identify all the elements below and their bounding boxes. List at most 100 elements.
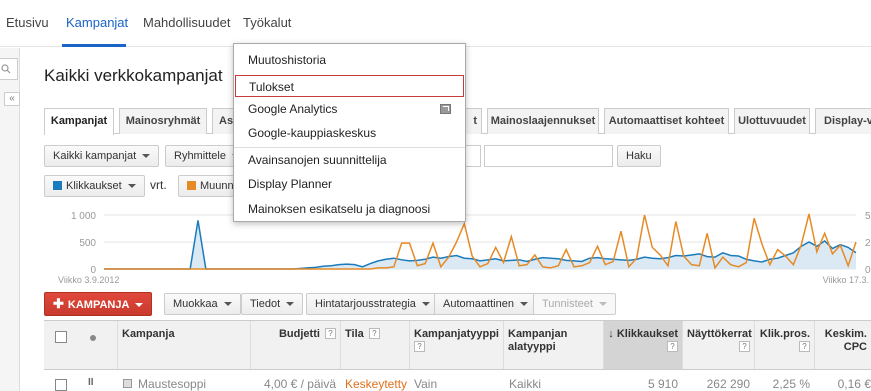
header-type[interactable]: Kampanjatyyppi? [409,321,503,369]
all-campaigns-dropdown[interactable]: Kaikki kampanjat [44,145,160,167]
bid-strategy-dropdown[interactable]: Hintatarjousstrategia [306,293,439,315]
help-icon[interactable]: ? [325,328,336,339]
menu-item-merchant-center[interactable]: Google-kauppiaskeskus [234,122,465,144]
header-campaign[interactable]: Kampanja [117,321,250,369]
help-icon[interactable]: ? [368,328,380,339]
labels-label: Tunnisteet [542,298,593,310]
metric1-swatch [53,181,62,190]
labels-dropdown[interactable]: Tunnisteet [533,293,616,315]
chevron-down-icon [223,302,232,307]
details-label: Tiedot [250,298,281,310]
external-link-icon [440,104,451,114]
table-header: Kampanja Budjetti ? Tila ? Kampanjatyypp… [44,320,871,370]
tab-automaattiset-kohteet[interactable]: Automaattiset kohteet [604,108,729,134]
edit-label: Muokkaa [173,298,218,310]
chevron-down-icon [286,302,295,307]
automate-dropdown[interactable]: Automaattinen [434,293,537,315]
versus-label: vrt. [150,178,167,192]
metric2-dropdown[interactable]: Muunn [178,175,238,197]
add-campaign-label: KAMPANJA [67,299,130,311]
metric1-dropdown[interactable]: Klikkaukset [44,175,145,197]
search-button[interactable]: Haku [617,145,661,167]
plus-icon: ✚ [53,296,64,311]
filter-field-edge[interactable] [466,145,481,167]
details-dropdown[interactable]: Tiedot [241,293,304,315]
header-clicks[interactable]: ↓ Klikkaukset? [603,321,682,369]
tools-dropdown-menu: Muutoshistoria Tulokset Google Analytics… [233,43,466,222]
sidebar-search-icon[interactable] [0,58,18,80]
header-type-label: Kampanjatyyppi [414,328,499,340]
y-right-tick-label: 2 [865,238,871,249]
y-left-tick-label: 1 000 [71,211,96,222]
header-cpc[interactable]: Keskim. CPC [814,321,871,369]
tab-ulottuvuudet[interactable]: Ulottuvuudet [734,108,810,134]
nav-etusivu[interactable]: Etusivu [6,15,49,30]
menu-item-change-history[interactable]: Muutoshistoria [234,49,465,71]
collapse-sidebar-button[interactable]: « [4,92,20,106]
type-value: Vain [414,377,438,391]
select-all-checkbox[interactable] [55,331,67,343]
header-status[interactable]: Tila ? [340,321,409,369]
budget-value[interactable]: 4,00 € / päivä [254,377,336,391]
clicks-area [104,220,856,269]
nav-kampanjat[interactable]: Kampanjat [66,15,128,30]
help-icon[interactable]: ? [414,341,425,352]
menu-divider [234,147,465,148]
tab-mainoslaajennukset[interactable]: Mainoslaajennukset [487,108,599,134]
status-value[interactable]: Keskeytetty [345,377,407,391]
menu-item-display-planner[interactable]: Display Planner [234,173,465,195]
impressions-value: 262 290 [706,377,750,391]
chevron-down-icon [519,302,528,307]
all-campaigns-label: Kaikki kampanjat [53,150,137,162]
nav-mahdollisuudet[interactable]: Mahdollisuudet [143,15,230,30]
menu-item-keyword-planner[interactable]: Avainsanojen suunnittelija [234,149,465,171]
header-status-label: Tila [345,328,364,340]
help-icon[interactable]: ? [667,341,678,352]
metric1-label: Klikkaukset [66,180,122,192]
row-checkbox[interactable] [55,379,67,391]
help-icon[interactable]: ? [799,341,810,352]
header-subtype-line1: Kampanjan [508,328,568,340]
sort-arrow-icon: ↓ [608,328,614,340]
tab-mainosryhmat[interactable]: Mainosryhmät [119,108,207,134]
header-impressions[interactable]: Näyttökerrat? [682,321,754,369]
metric2-label: Muunn [200,180,234,192]
top-navigation: Etusivu Kampanjat Mahdollisuudet Työkalu… [0,0,871,47]
menu-item-google-analytics[interactable]: Google Analytics [234,98,465,120]
nav-tyokalut[interactable]: Työkalut [243,15,291,30]
tab-kampanjat[interactable]: Kampanjat [44,108,114,135]
campaign-name-link[interactable]: Maustesoppi [138,377,206,391]
chevron-down-icon [598,302,607,307]
menu-item-results[interactable]: Tulokset [235,75,464,97]
header-subtype-line2: alatyyppi [508,341,556,353]
header-subtype[interactable]: Kampanjan alatyyppi [503,321,603,369]
tab-hidden-t[interactable]: t [464,108,482,134]
chevron-down-icon [421,302,430,307]
tab-display[interactable]: Display-ve [815,108,871,134]
left-sidebar: « [0,48,20,391]
chart-date-start: Viikko 3.9.2012 [58,275,119,285]
page-title: Kaikki verkkokampanjat [44,66,223,85]
search-input[interactable] [484,145,613,167]
ctr-value: 2,25 % [772,377,810,391]
clicks-value: 5 910 [647,377,678,391]
header-ctr[interactable]: Klik.pros.? [754,321,814,369]
header-campaign-label: Kampanja [122,328,175,340]
segment-label: Ryhmittele [174,150,226,162]
automate-label: Automaattinen [443,298,514,310]
y-left-tick-label: 500 [79,238,96,249]
active-tab-indicator [62,44,126,47]
header-cpc-line2: CPC [843,341,867,353]
cpc-value: 0,16 € [837,377,871,391]
help-icon[interactable]: ? [739,341,750,352]
table-row: II Maustesoppi 4,00 € / päivä Keskeytett… [44,371,871,391]
edit-dropdown[interactable]: Muokkaa [164,293,241,315]
subtype-value: Kaikki [509,377,542,391]
header-budget[interactable]: Budjetti ? [250,321,340,369]
header-impressions-label: Näyttökerrat [687,328,752,340]
campaign-type-icon [123,379,132,388]
header-clicks-label: Klikkaukset [616,328,678,340]
add-campaign-button[interactable]: ✚ KAMPANJA [44,292,153,316]
menu-item-ad-preview[interactable]: Mainoksen esikatselu ja diagnoosi [234,198,465,220]
header-budget-label: Budjetti [278,328,320,340]
